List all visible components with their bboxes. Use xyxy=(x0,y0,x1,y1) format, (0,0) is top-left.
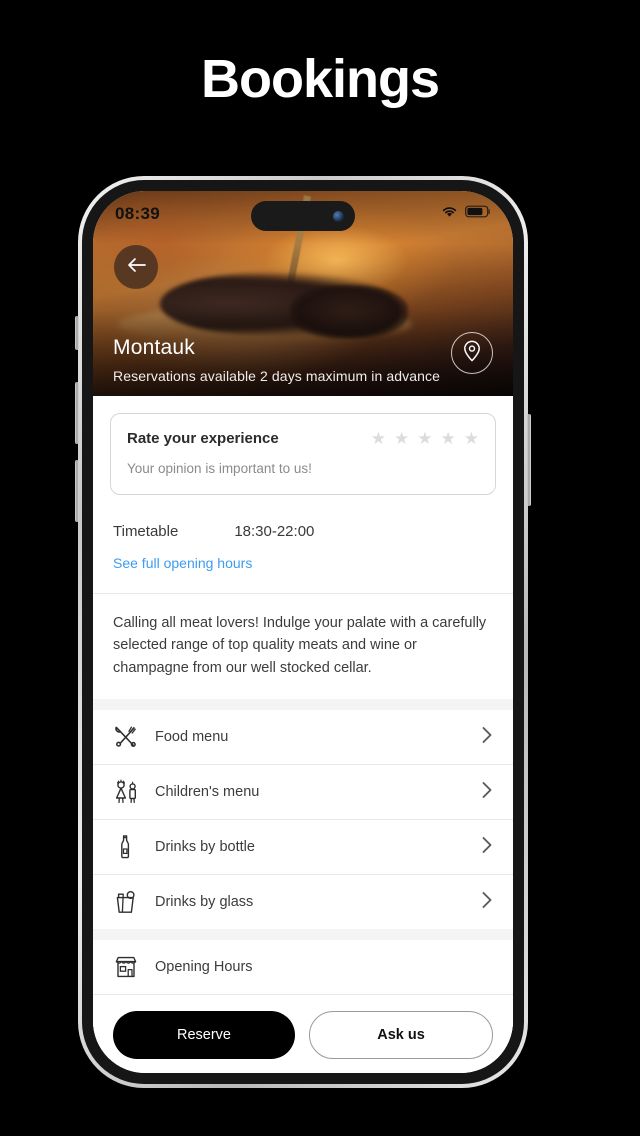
cutlery-icon xyxy=(113,724,147,750)
timetable-label: Timetable xyxy=(113,523,179,540)
list-item-childrens-menu[interactable]: Children's menu xyxy=(93,765,513,819)
dynamic-island xyxy=(251,201,355,231)
see-full-opening-hours-link[interactable]: See full opening hours xyxy=(93,540,513,593)
storefront-icon xyxy=(113,954,147,980)
list-item-drinks-by-glass[interactable]: Drinks by glass xyxy=(93,875,513,929)
star-icon-1[interactable]: ★ xyxy=(371,430,386,447)
star-icon-4[interactable]: ★ xyxy=(441,430,456,447)
reserve-button[interactable]: Reserve xyxy=(113,1011,295,1060)
list-item-label: Food menu xyxy=(155,729,229,746)
status-bar-indicators xyxy=(441,205,491,223)
timetable-row: Timetable 18:30-22:00 xyxy=(93,495,513,540)
chevron-right-icon xyxy=(481,836,493,859)
volume-up-button[interactable] xyxy=(75,382,79,444)
action-footer: Reserve Ask us xyxy=(93,995,513,1060)
menu-list-section: Food menu Children's menu Drinks by bott… xyxy=(93,710,513,930)
ask-us-button[interactable]: Ask us xyxy=(309,1011,493,1060)
star-icon-5[interactable]: ★ xyxy=(464,430,479,447)
wifi-icon xyxy=(441,205,458,223)
status-bar-time: 08:39 xyxy=(115,204,160,223)
list-item-label: Drinks by bottle xyxy=(155,839,255,856)
venue-description: Calling all meat lovers! Indulge your pa… xyxy=(113,615,487,676)
section-spacer xyxy=(93,699,513,711)
screenshot-root: Bookings 08:39 Montauk Reservations avai… xyxy=(0,0,640,1136)
description-section: Calling all meat lovers! Indulge your pa… xyxy=(93,594,513,700)
info-list-section: Opening Hours xyxy=(93,940,513,996)
hero-image: 08:39 Montauk Reservations available 2 d… xyxy=(93,191,513,396)
list-item-food-menu[interactable]: Food menu xyxy=(93,710,513,764)
power-button[interactable] xyxy=(527,414,531,506)
page-title: Bookings xyxy=(200,49,440,109)
rating-section: Rate your experience ★ ★ ★ ★ ★ Your opin… xyxy=(93,413,513,593)
list-item-label: Children's menu xyxy=(155,784,260,801)
front-camera-icon xyxy=(333,210,344,222)
chevron-right-icon xyxy=(481,726,493,749)
rating-title: Rate your experience xyxy=(127,430,279,447)
rating-stars[interactable]: ★ ★ ★ ★ ★ xyxy=(371,430,479,447)
glass-icon xyxy=(113,889,147,915)
list-item-drinks-by-bottle[interactable]: Drinks by bottle xyxy=(93,820,513,874)
location-pin-icon xyxy=(462,339,482,368)
mute-switch[interactable] xyxy=(75,316,79,350)
venue-subtitle: Reservations available 2 days maximum in… xyxy=(113,368,440,384)
back-button[interactable] xyxy=(114,245,158,289)
list-item-opening-hours[interactable]: Opening Hours xyxy=(93,940,513,994)
rating-card-header: Rate your experience ★ ★ ★ ★ ★ xyxy=(127,430,479,447)
arrow-left-icon xyxy=(126,257,147,278)
list-item-label: Opening Hours xyxy=(155,959,253,976)
star-icon-2[interactable]: ★ xyxy=(394,430,409,447)
list-item-label: Drinks by glass xyxy=(155,894,254,911)
star-icon-3[interactable]: ★ xyxy=(417,430,432,447)
volume-down-button[interactable] xyxy=(75,460,79,522)
hero-text-block: Montauk Reservations available 2 days ma… xyxy=(113,336,440,384)
chevron-right-icon xyxy=(481,891,493,914)
section-spacer xyxy=(93,929,513,941)
chevron-right-icon xyxy=(481,781,493,804)
timetable-value: 18:30-22:00 xyxy=(234,523,315,540)
location-button[interactable] xyxy=(451,332,493,374)
children-icon xyxy=(113,779,147,805)
rating-card[interactable]: Rate your experience ★ ★ ★ ★ ★ Your opin… xyxy=(110,413,496,495)
phone-screen: 08:39 Montauk Reservations available 2 d… xyxy=(93,191,513,1073)
battery-icon xyxy=(465,205,491,223)
content-scroll-area[interactable]: Rate your experience ★ ★ ★ ★ ★ Your opin… xyxy=(93,396,513,1073)
rating-subtitle: Your opinion is important to us! xyxy=(127,461,312,476)
phone-frame: 08:39 Montauk Reservations available 2 d… xyxy=(75,176,531,1088)
phone-bezel: 08:39 Montauk Reservations available 2 d… xyxy=(82,180,524,1084)
venue-name: Montauk xyxy=(113,336,195,359)
bottle-icon xyxy=(113,834,147,860)
